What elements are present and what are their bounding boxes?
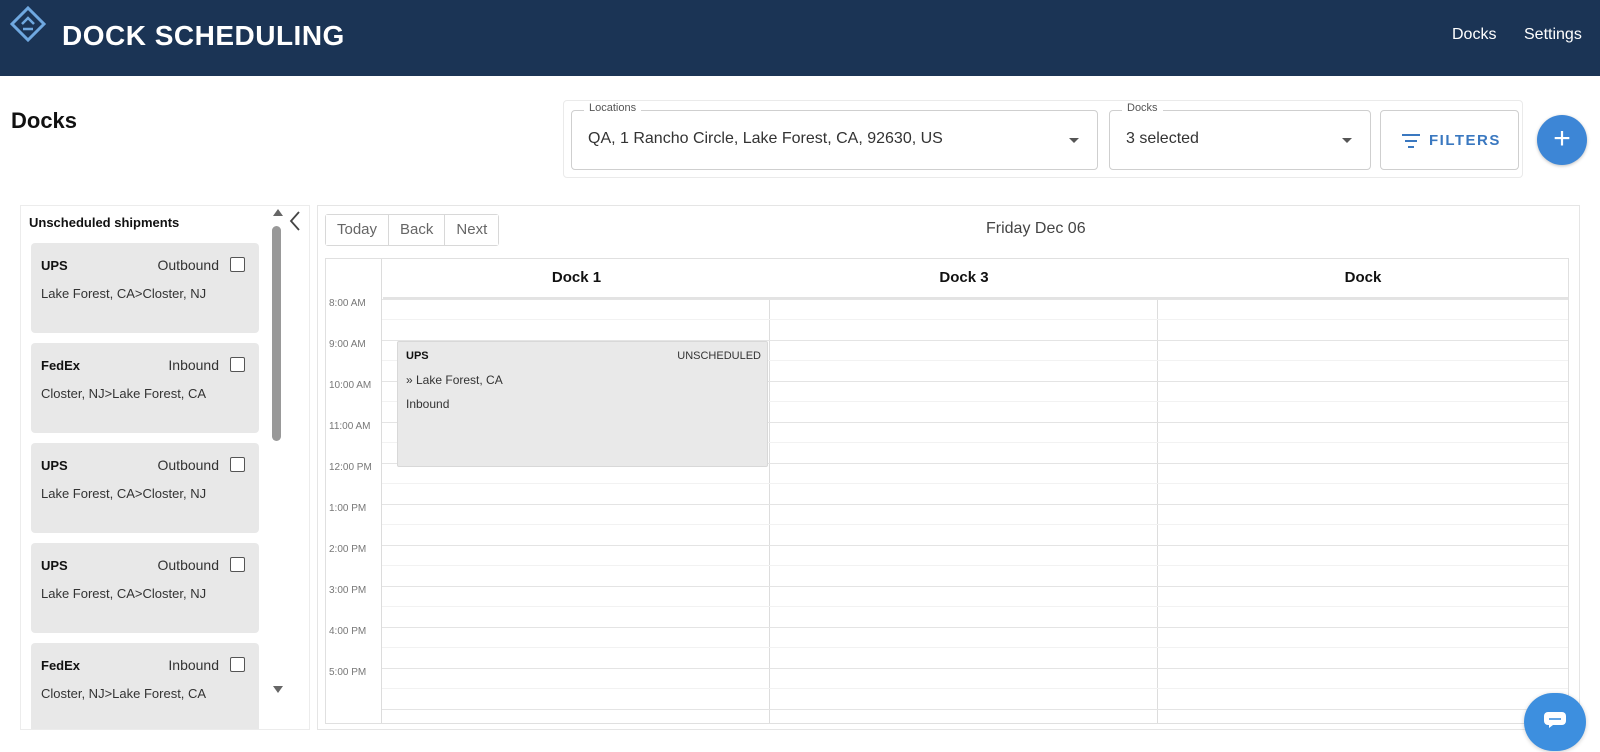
shipment-card[interactable]: UPS Outbound Lake Forest, CA>Closter, NJ	[31, 543, 259, 633]
half-hour-line	[382, 319, 1568, 320]
time-label: 9:00 AM	[329, 339, 366, 350]
half-hour-line	[382, 647, 1568, 648]
shipment-card[interactable]: UPS Outbound Lake Forest, CA>Closter, NJ	[31, 443, 259, 533]
event-carrier: UPS	[406, 350, 429, 362]
nav-settings-link[interactable]: Settings	[1524, 26, 1582, 44]
time-gutter	[326, 259, 382, 723]
add-button[interactable]: +	[1537, 115, 1587, 165]
shipment-carrier: UPS	[41, 558, 68, 573]
time-label: 10:00 AM	[329, 380, 372, 391]
half-hour-line	[382, 483, 1568, 484]
back-button[interactable]: Back	[388, 215, 445, 245]
chevron-down-icon[interactable]	[1069, 138, 1079, 143]
shipment-direction: Outbound	[157, 257, 220, 273]
event-route: » Lake Forest, CA	[406, 373, 503, 387]
hour-line	[382, 299, 1568, 300]
shipment-direction: Inbound	[168, 357, 219, 373]
docks-select[interactable]: Docks 3 selected	[1109, 102, 1371, 170]
time-label: 3:00 PM	[329, 585, 367, 596]
shipment-carrier: FedEx	[41, 358, 81, 373]
filters-button-label: FILTERS	[1429, 132, 1501, 149]
hour-line	[382, 586, 1568, 587]
shipment-carrier: UPS	[41, 258, 68, 273]
half-hour-line	[382, 524, 1568, 525]
scroll-down-arrow-icon[interactable]	[273, 686, 283, 693]
shipment-carrier: FedEx	[41, 658, 81, 673]
panel-scrollbar[interactable]	[272, 226, 281, 441]
dock-column[interactable]	[1158, 299, 1568, 723]
chevron-down-icon[interactable]	[1342, 138, 1352, 143]
today-button[interactable]: Today	[326, 215, 389, 245]
calendar-nav-buttons: Today Back Next	[325, 214, 500, 246]
time-label: 5:00 PM	[329, 667, 367, 678]
unscheduled-shipments-panel: Unscheduled shipments UPS Outbound Lake …	[20, 205, 310, 730]
shipment-card[interactable]: UPS Outbound Lake Forest, CA>Closter, NJ	[31, 243, 259, 333]
docks-label: Docks	[1122, 102, 1163, 114]
half-hour-line	[382, 688, 1568, 689]
shipment-route: Lake Forest, CA>Closter, NJ	[41, 486, 207, 501]
hour-line	[382, 545, 1568, 546]
shipment-direction: Outbound	[157, 457, 220, 473]
shipment-checkbox[interactable]	[230, 357, 245, 372]
hour-line	[382, 627, 1568, 628]
half-hour-line	[382, 606, 1568, 607]
hour-line	[382, 668, 1568, 669]
chat-icon	[1544, 712, 1566, 728]
shipment-direction: Inbound	[168, 657, 219, 673]
unscheduled-title: Unscheduled shipments	[29, 215, 180, 230]
time-label: 4:00 PM	[329, 626, 367, 637]
calendar-date-label: Friday Dec 06	[986, 220, 1086, 237]
time-label: 1:00 PM	[329, 503, 367, 514]
shipment-checkbox[interactable]	[230, 457, 245, 472]
shipment-route: Closter, NJ>Lake Forest, CA	[41, 686, 207, 701]
event-status: UNSCHEDULED	[677, 350, 761, 362]
calendar-event[interactable]: UPS UNSCHEDULED » Lake Forest, CA Inboun…	[397, 341, 768, 467]
locations-select[interactable]: Locations QA, 1 Rancho Circle, Lake Fore…	[571, 102, 1098, 170]
shipment-checkbox[interactable]	[230, 257, 245, 272]
shipment-route: Lake Forest, CA>Closter, NJ	[41, 586, 207, 601]
app-logo-icon	[10, 6, 46, 42]
locations-value: QA, 1 Rancho Circle, Lake Forest, CA, 92…	[588, 130, 943, 147]
page-title: Docks	[11, 108, 78, 133]
dock-3-column[interactable]	[770, 299, 1158, 723]
top-bar: DOCK SCHEDULING Docks Settings	[0, 0, 1600, 76]
chevron-left-icon[interactable]	[288, 210, 302, 232]
next-button[interactable]: Next	[444, 215, 499, 245]
chat-widget-button[interactable]	[1524, 693, 1586, 751]
half-hour-line	[382, 565, 1568, 566]
locations-label: Locations	[584, 102, 642, 114]
nav-docks-link[interactable]: Docks	[1452, 26, 1496, 44]
shipment-route: Closter, NJ>Lake Forest, CA	[41, 386, 207, 401]
time-label: 11:00 AM	[329, 421, 371, 432]
column-header-dock-1: Dock 1	[383, 259, 770, 299]
hour-line	[382, 709, 1568, 710]
hour-line	[382, 504, 1568, 505]
shipment-card[interactable]: FedEx Inbound Closter, NJ>Lake Forest, C…	[31, 343, 259, 433]
shipment-route: Lake Forest, CA>Closter, NJ	[41, 286, 207, 301]
shipment-carrier: UPS	[41, 458, 68, 473]
event-direction: Inbound	[406, 397, 450, 411]
shipment-checkbox[interactable]	[230, 557, 245, 572]
column-header-dock-3: Dock 3	[770, 259, 1158, 299]
app-title: DOCK SCHEDULING	[62, 20, 345, 51]
filters-button[interactable]: FILTERS	[1380, 110, 1519, 170]
dock-calendar: Today Back Next Friday Dec 06 Dock 1 Doc…	[317, 205, 1580, 730]
time-label: 8:00 AM	[329, 298, 366, 309]
docks-value: 3 selected	[1126, 130, 1199, 147]
shipment-direction: Outbound	[157, 557, 220, 573]
column-header-dock: Dock	[1158, 259, 1568, 299]
calendar-grid: Dock 1 Dock 3 Dock 8:00 AM 9:00 AM 10:00	[325, 258, 1569, 724]
shipment-checkbox[interactable]	[230, 657, 245, 672]
time-label: 2:00 PM	[329, 544, 367, 555]
scroll-up-arrow-icon[interactable]	[273, 209, 283, 216]
time-label: 12:00 PM	[329, 462, 372, 473]
filter-icon	[1402, 134, 1420, 148]
shipment-card[interactable]: FedEx Inbound Closter, NJ>Lake Forest, C…	[31, 643, 259, 729]
